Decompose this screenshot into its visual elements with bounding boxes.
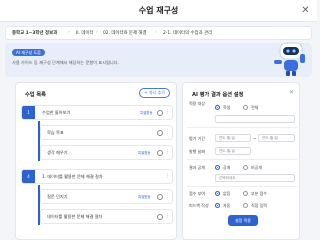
option-label: 부분 점수	[251, 191, 267, 196]
note-label: 피드백 작성	[189, 203, 209, 208]
radio-none[interactable]	[215, 191, 220, 196]
option-label: 공개	[223, 165, 231, 170]
divider	[187, 159, 297, 160]
date-input[interactable]: 연도-월-일	[215, 147, 251, 155]
lesson-list-panel: 수업 목록 + 차시 추가 1 수업한 돌아보기 특별활동 ⋮ 학습 목표 ⋮ …	[15, 82, 177, 240]
guide-chip: AI 재구성 도움	[12, 49, 45, 56]
target-label: 적용 대상	[189, 101, 205, 106]
guide-message: 사용 가이드 등 재구성 단계에서 해당하는 문항이 표시됩니다.	[12, 60, 119, 65]
share-select[interactable]: 선택하세요	[215, 174, 295, 182]
close-icon[interactable]: ✕	[289, 89, 294, 96]
option-label: 비공개	[251, 165, 263, 170]
close-icon[interactable]: ✕	[299, 4, 312, 17]
radio-manual[interactable]	[243, 203, 248, 208]
breadcrumb-item[interactable]: 중학교 1~3학년 정보과	[12, 30, 57, 36]
breadcrumb-item[interactable]: 02. 데이터와 문제 해결	[103, 30, 147, 36]
lesson-row[interactable]: 생각 깨우기 특별활동 ⋮	[40, 145, 173, 160]
lesson-number: 1	[22, 106, 35, 119]
toggle-icon[interactable]	[157, 110, 163, 116]
date-label: 발행 날짜	[189, 149, 205, 154]
more-icon[interactable]: ⋮	[165, 213, 170, 219]
radio-student[interactable]	[215, 105, 220, 110]
share-label: 결과 공개	[189, 165, 205, 170]
lesson-label: 데이터를 활용한 문제 해결 절차	[47, 214, 103, 219]
period-end-input[interactable]: 연도-월-일	[258, 134, 295, 142]
lesson-label: 1. 데이터를 활용한 문제 해결 절차	[42, 174, 103, 179]
add-lesson-button[interactable]: + 차시 추가	[139, 88, 170, 98]
settings-title: AI 평가 결과 옵션 설정	[192, 92, 244, 98]
radio-private[interactable]	[243, 165, 248, 170]
option-label: 학생	[223, 105, 231, 110]
more-icon[interactable]: ⋮	[165, 149, 170, 155]
option-label: 없음	[223, 191, 231, 196]
lesson-row[interactable]: 학습 목표 ⋮	[40, 125, 173, 140]
range-separator: ~	[253, 136, 257, 141]
rating-label: 점수 부여	[189, 191, 205, 196]
robot-mascot-icon	[274, 42, 305, 76]
radio-public[interactable]	[215, 165, 220, 170]
lesson-label: 질문 던지기	[47, 194, 68, 199]
radio-partial[interactable]	[243, 191, 248, 196]
settings-panel: AI 평가 결과 옵션 설정 ✕ 적용 대상 학생 전체 평가 기간 연도-월-…	[182, 82, 300, 240]
toggle-icon[interactable]	[157, 130, 163, 136]
divider	[187, 186, 297, 187]
target-detail-input[interactable]	[215, 115, 295, 123]
lesson-label: 수업한 돌아보기	[42, 110, 71, 115]
lesson-row[interactable]: 4 1. 데이터를 활용한 문제 해결 절차 ⋮	[21, 169, 173, 184]
lesson-row[interactable]: 데이터를 활용한 문제 해결 절차 ⋮	[40, 209, 173, 224]
toggle-icon[interactable]	[157, 150, 163, 156]
more-icon[interactable]: ⋮	[165, 173, 170, 179]
lesson-list-title: 수업 목록	[25, 92, 46, 98]
chevron-right-icon: ›	[96, 30, 98, 35]
lesson-row[interactable]: 1 수업한 돌아보기 특별활동 ⋮	[21, 105, 173, 120]
more-icon[interactable]: ⋮	[165, 193, 170, 199]
chevron-right-icon: ›	[68, 30, 70, 35]
lesson-tag: 특별활동	[140, 111, 153, 115]
divider	[187, 127, 297, 128]
radio-all[interactable]	[243, 105, 248, 110]
option-label: 자동	[223, 203, 231, 208]
guide-banner: AI 재구성 도움 사용 가이드 등 재구성 단계에서 해당하는 문항이 표시됩…	[5, 43, 312, 77]
option-label: 전체	[251, 105, 259, 110]
title-bar: 수업 재구성 ✕	[0, 0, 317, 22]
breadcrumb-item[interactable]: II. 데이터	[76, 30, 94, 36]
lesson-tag: 특별활동	[138, 195, 151, 199]
lesson-label: 생각 깨우기	[47, 150, 68, 155]
radio-auto[interactable]	[215, 203, 220, 208]
period-start-input[interactable]: 연도-월-일	[215, 134, 251, 142]
lesson-row[interactable]: 질문 던지기 특별활동 ⋮	[40, 189, 173, 204]
option-label: 직접 입력	[251, 203, 267, 208]
page-title: 수업 재구성	[138, 6, 179, 15]
more-icon[interactable]: ⋮	[165, 109, 170, 115]
toggle-icon[interactable]	[157, 194, 163, 200]
lesson-label: 학습 목표	[47, 130, 64, 135]
lesson-tag: 특별활동	[138, 151, 151, 155]
toggle-icon[interactable]	[157, 214, 163, 220]
period-label: 평가 기간	[189, 136, 205, 141]
more-icon[interactable]: ⋮	[165, 129, 170, 135]
breadcrumb: 중학교 1~3학년 정보과 › II. 데이터 › 02. 데이터와 문제 해결…	[5, 26, 312, 40]
breadcrumb-item[interactable]: 2-1. 데이터의 수집과 관리	[163, 30, 212, 36]
chevron-right-icon: ›	[155, 30, 157, 35]
apply-settings-button[interactable]: 설정 적용	[228, 215, 258, 226]
lesson-number: 4	[22, 170, 35, 183]
